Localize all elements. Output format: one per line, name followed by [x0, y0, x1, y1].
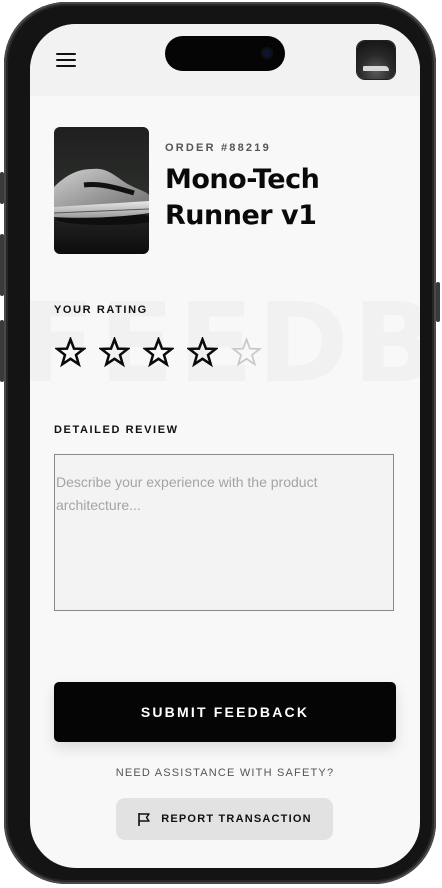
app-screen: FEEDBACK OR: [30, 24, 420, 868]
profile-avatar[interactable]: [357, 41, 395, 79]
hamburger-menu-icon[interactable]: [56, 53, 76, 69]
avatar-shoe-icon: [363, 66, 389, 71]
product-title: Mono-Tech Runner v1: [165, 164, 320, 231]
order-number: ORDER #88219: [165, 142, 271, 154]
flag-icon: [138, 812, 150, 826]
star-5-icon[interactable]: [231, 337, 262, 368]
star-rating: [55, 337, 262, 368]
volume-down-button: [0, 320, 4, 382]
review-label: DETAILED REVIEW: [54, 424, 179, 436]
star-4-icon[interactable]: [187, 337, 218, 368]
rating-label: YOUR RATING: [54, 304, 148, 316]
report-transaction-label: REPORT TRANSACTION: [161, 813, 312, 825]
review-textarea[interactable]: [55, 455, 393, 610]
product-image: [54, 127, 149, 254]
review-textarea-container: [54, 454, 394, 611]
star-2-icon[interactable]: [99, 337, 130, 368]
star-3-icon[interactable]: [143, 337, 174, 368]
star-1-icon[interactable]: [55, 337, 86, 368]
front-camera: [261, 47, 273, 59]
volume-up-button: [0, 234, 4, 296]
safety-assistance-text: NEED ASSISTANCE WITH SAFETY?: [115, 767, 335, 779]
action-button: [0, 172, 4, 204]
phone-frame: FEEDBACK OR: [0, 2, 440, 884]
dynamic-island: [165, 36, 285, 71]
sneaker-illustration: [54, 168, 149, 225]
power-button: [436, 282, 440, 322]
report-transaction-button[interactable]: REPORT TRANSACTION: [116, 798, 333, 840]
submit-feedback-button[interactable]: SUBMIT FEEDBACK: [54, 682, 396, 742]
